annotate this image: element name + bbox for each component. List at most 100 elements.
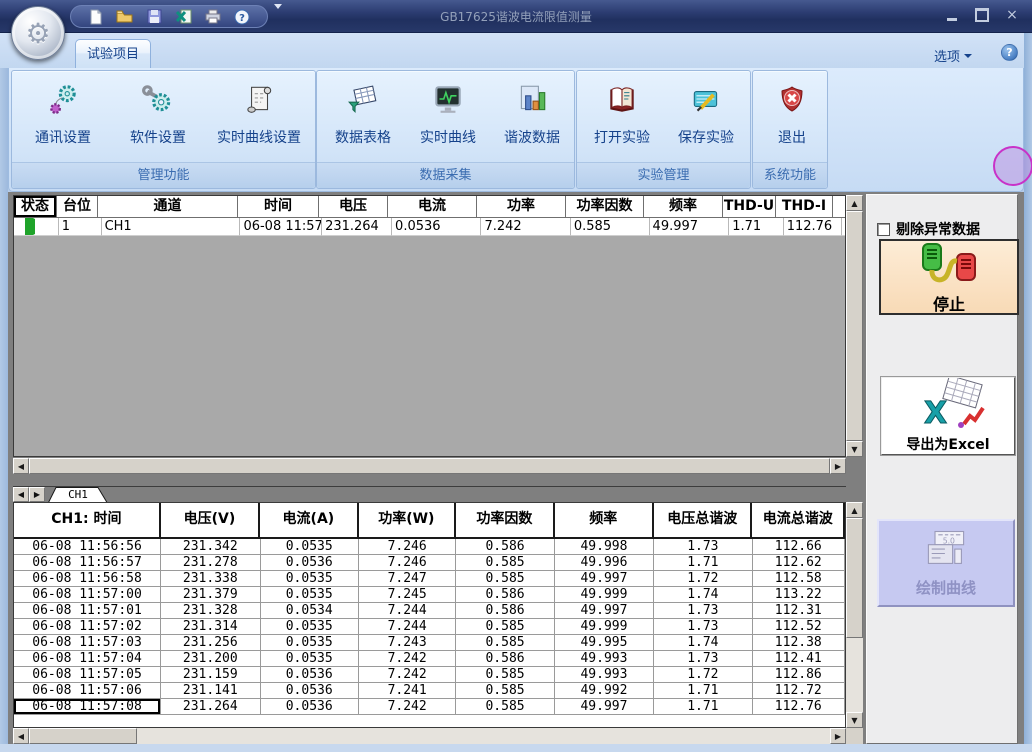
table-cell[interactable]: 49.997 [555, 571, 654, 587]
table-cell[interactable]: 7.246 [359, 539, 456, 555]
table-cell[interactable]: 0.0536 [261, 699, 359, 715]
table-cell[interactable]: 0.0536 [261, 683, 359, 699]
realtime-curve-settings-button[interactable]: 实时曲线设置 [206, 75, 312, 161]
table-cell[interactable]: 0.585 [456, 571, 554, 587]
table-cell[interactable]: 49.996 [555, 555, 654, 571]
cell-current[interactable]: 0.0536 [392, 218, 481, 236]
filter-abnormal-checkbox[interactable]: 剔除异常数据 [877, 219, 980, 239]
sheet-next-icon[interactable]: ▶ [29, 487, 45, 502]
exit-button[interactable]: 退出 [761, 75, 823, 161]
table-cell[interactable]: 0.0535 [261, 651, 359, 667]
cell-voltage[interactable]: 231.264 [322, 218, 392, 236]
table-cell[interactable]: 49.993 [555, 667, 654, 683]
table-cell[interactable]: 06-08 11:56:58 [14, 571, 161, 587]
table-cell[interactable]: 112.41 [753, 651, 845, 667]
table-cell[interactable]: 7.246 [359, 555, 456, 571]
table-cell[interactable]: 49.999 [555, 619, 654, 635]
options-menu[interactable]: 选项 [934, 46, 972, 65]
export-excel-button[interactable]: X 导出为Excel [881, 377, 1015, 455]
table-cell[interactable]: 7.242 [359, 651, 456, 667]
table-cell[interactable]: 0.585 [456, 619, 554, 635]
table-cell[interactable]: 0.586 [456, 539, 554, 555]
draw-curve-button[interactable]: 5.0 绘制曲线 [877, 519, 1015, 607]
table-cell[interactable]: 1.71 [654, 555, 752, 571]
table-cell[interactable]: 0.0535 [261, 571, 359, 587]
table-cell[interactable]: 1.72 [654, 667, 752, 683]
cell-power-factor[interactable]: 0.585 [571, 218, 650, 236]
table-cell[interactable]: 1.73 [654, 651, 752, 667]
table-row[interactable]: 06-08 11:57:04231.2000.05357.2420.58649.… [14, 651, 845, 667]
table-cell[interactable]: 112.31 [753, 603, 845, 619]
table-cell[interactable]: 0.0535 [261, 587, 359, 603]
table-cell[interactable]: 112.72 [753, 683, 845, 699]
table-cell[interactable]: 06-08 11:57:06 [14, 683, 161, 699]
scroll-right-icon[interactable]: ▶ [830, 458, 846, 474]
table-cell[interactable]: 7.241 [359, 683, 456, 699]
table-cell[interactable]: 1.73 [654, 603, 752, 619]
table-cell[interactable]: 112.52 [753, 619, 845, 635]
table-cell[interactable]: 231.141 [161, 683, 260, 699]
table-cell[interactable]: 06-08 11:56:57 [14, 555, 161, 571]
scroll-down-icon[interactable]: ▼ [846, 441, 863, 457]
table-cell[interactable]: 7.247 [359, 571, 456, 587]
table-cell[interactable]: 112.86 [753, 667, 845, 683]
minimize-button[interactable] [942, 6, 962, 24]
scroll-down-icon[interactable]: ▼ [846, 712, 863, 728]
scroll-thumb[interactable] [846, 518, 863, 638]
table-row[interactable]: 06-08 11:57:01231.3280.05347.2440.58649.… [14, 603, 845, 619]
table-cell[interactable]: 7.242 [359, 667, 456, 683]
table-cell[interactable]: 0.585 [456, 555, 554, 571]
table-cell[interactable]: 06-08 11:57:03 [14, 635, 161, 651]
table-cell[interactable]: 06-08 11:56:56 [14, 539, 161, 555]
help-button[interactable]: ? [1001, 44, 1018, 61]
table-cell[interactable]: 0.0535 [261, 635, 359, 651]
sheet-tab-ch1[interactable]: CH1 [48, 487, 108, 503]
table-cell[interactable]: 06-08 11:57:01 [14, 603, 161, 619]
cell-time[interactable]: 06-08 11:57:08 [240, 218, 322, 236]
table-cell[interactable]: 231.256 [161, 635, 260, 651]
table-cell[interactable]: 1.72 [654, 571, 752, 587]
table-cell[interactable]: 0.586 [456, 651, 554, 667]
status-table-vscrollbar[interactable]: ▲ ▼ [846, 195, 863, 457]
table-cell[interactable]: 231.379 [161, 587, 260, 603]
table-cell[interactable]: 49.997 [555, 603, 654, 619]
table-cell[interactable]: 112.62 [753, 555, 845, 571]
cell-station[interactable]: 1 [59, 218, 102, 236]
table-cell[interactable]: 06-08 11:57:00 [14, 587, 161, 603]
app-menu-button[interactable]: ⚙ [11, 6, 65, 60]
table-cell[interactable]: 231.314 [161, 619, 260, 635]
table-cell[interactable]: 49.995 [555, 635, 654, 651]
table-row[interactable]: 06-08 11:56:58231.3380.05357.2470.58549.… [14, 571, 845, 587]
table-cell[interactable]: 7.242 [359, 699, 456, 715]
table-cell[interactable]: 112.66 [753, 539, 845, 555]
table-cell[interactable]: 49.993 [555, 651, 654, 667]
scroll-right-icon[interactable]: ▶ [830, 728, 846, 744]
tab-test-project[interactable]: 试验项目 [75, 39, 151, 68]
data-table-hscrollbar[interactable]: ◀ ▶ [13, 728, 846, 744]
table-cell[interactable]: 06-08 11:57:08 [14, 699, 161, 715]
table-cell[interactable]: 1.71 [654, 683, 752, 699]
stop-button[interactable]: 停止 [879, 239, 1019, 315]
table-cell[interactable]: 49.998 [555, 539, 654, 555]
status-table-row[interactable]: 1 CH1 06-08 11:57:08 231.264 0.0536 7.24… [14, 218, 845, 236]
cell-power[interactable]: 7.242 [481, 218, 570, 236]
scroll-thumb[interactable] [29, 728, 137, 744]
table-row[interactable]: 06-08 11:57:03231.2560.05357.2430.58549.… [14, 635, 845, 651]
table-cell[interactable]: 0.0536 [261, 555, 359, 571]
data-table-vscrollbar[interactable]: ▲ ▼ [846, 502, 863, 728]
table-row[interactable]: 06-08 11:57:02231.3140.05357.2440.58549.… [14, 619, 845, 635]
table-cell[interactable]: 0.585 [456, 635, 554, 651]
table-row[interactable]: 06-08 11:56:57231.2780.05367.2460.58549.… [14, 555, 845, 571]
table-cell[interactable]: 7.243 [359, 635, 456, 651]
table-cell[interactable]: 0.0535 [261, 619, 359, 635]
table-cell[interactable]: 0.586 [456, 587, 554, 603]
table-cell[interactable]: 1.73 [654, 539, 752, 555]
table-cell[interactable]: 06-08 11:57:04 [14, 651, 161, 667]
table-cell[interactable]: 49.997 [555, 699, 654, 715]
cell-thd-u[interactable]: 1.71 [729, 218, 783, 236]
realtime-curve-button[interactable]: 实时曲线 [407, 75, 489, 161]
software-settings-button[interactable]: 软件设置 [112, 75, 204, 161]
comm-settings-button[interactable]: 通讯设置 [16, 75, 110, 161]
cell-thd-i[interactable]: 112.76 [784, 218, 842, 236]
table-cell[interactable]: 0.0536 [261, 667, 359, 683]
